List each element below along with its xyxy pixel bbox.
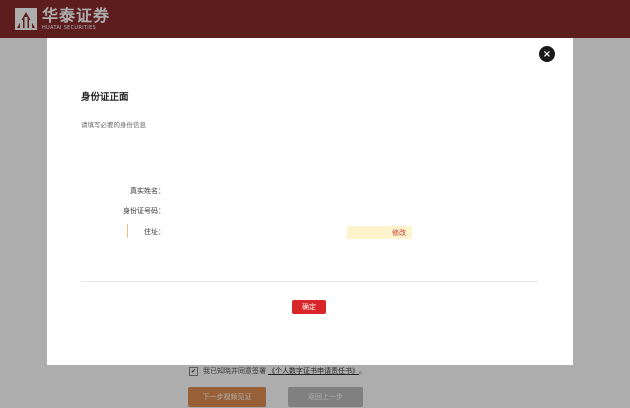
id-number-label: 身份证号码： <box>123 207 165 215</box>
dialog-divider <box>81 281 538 282</box>
close-icon[interactable]: × <box>538 45 556 63</box>
real-name-label: 真实姓名： <box>130 187 165 195</box>
dialog-title: 身份证正面 <box>81 92 129 103</box>
dialog-subtitle: 请填写必要的身份信息 <box>81 121 146 129</box>
address-input[interactable] <box>127 224 363 238</box>
id-card-front-dialog: 身份证正面 请填写必要的身份信息 真实姓名： 身份证号码： 住址： 修改 确定 <box>47 38 573 365</box>
confirm-button[interactable]: 确定 <box>292 300 326 314</box>
